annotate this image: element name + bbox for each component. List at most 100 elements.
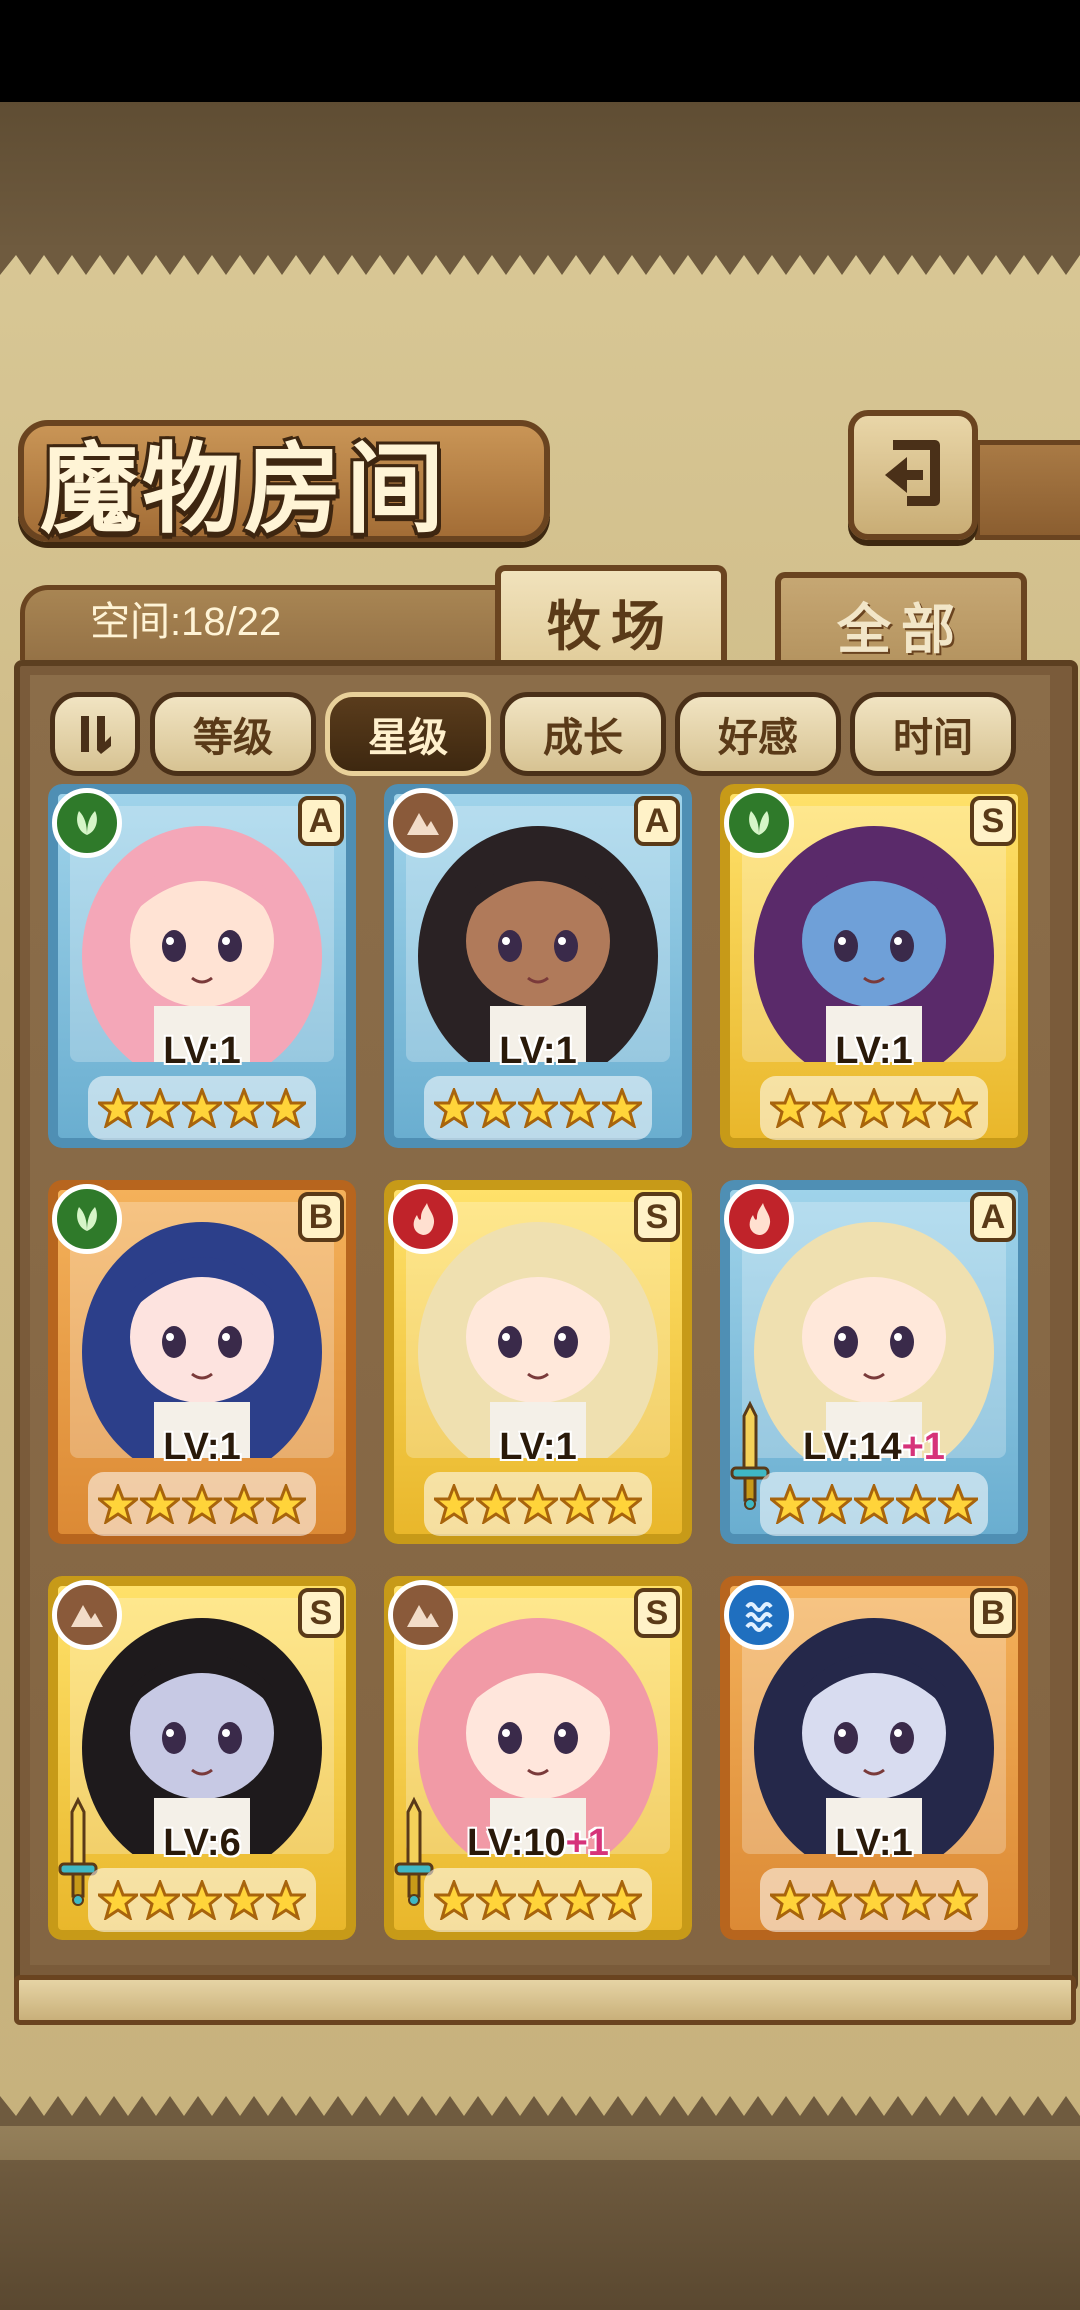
star-icon (766, 1476, 814, 1532)
star-icon (220, 1080, 268, 1136)
tab-all[interactable]: 全部 (775, 572, 1027, 670)
star-icon (766, 1872, 814, 1928)
star-icon (808, 1476, 856, 1532)
fire-element-icon (724, 1184, 794, 1254)
monster-card[interactable]: A LV:1 (48, 784, 356, 1148)
level-label: LV:1 (720, 1822, 1028, 1865)
star-rating (766, 1080, 982, 1136)
nature-element-icon (52, 1184, 122, 1254)
star-icon (262, 1872, 310, 1928)
star-icon (430, 1872, 478, 1928)
rank-badge: S (634, 1588, 680, 1638)
star-icon (220, 1476, 268, 1532)
page-title: 魔物房间 (40, 432, 449, 547)
star-icon (430, 1080, 478, 1136)
star-icon (766, 1080, 814, 1136)
star-rating (430, 1872, 646, 1928)
sort-growth-button[interactable]: 成长 (500, 692, 666, 776)
monster-card[interactable]: B LV:1 (720, 1576, 1028, 1940)
star-icon (94, 1476, 142, 1532)
tab-ranch[interactable]: 牧场 (495, 565, 727, 671)
star-icon (94, 1080, 142, 1136)
zigzag-bottom-edge (0, 2096, 1080, 2126)
zigzag-top-edge (0, 245, 1080, 275)
level-value: LV:6 (163, 1822, 241, 1864)
rank-badge: S (298, 1588, 344, 1638)
sort-time-button[interactable]: 时间 (850, 692, 1016, 776)
rank-badge: A (298, 796, 344, 846)
sort-level-button[interactable]: 等级 (150, 692, 316, 776)
star-rating (94, 1080, 310, 1136)
bottom-rail (14, 1975, 1076, 2025)
back-button[interactable] (848, 410, 978, 540)
star-icon (850, 1872, 898, 1928)
star-icon (178, 1476, 226, 1532)
level-value: LV:1 (499, 1426, 577, 1468)
monster-card[interactable]: B LV:1 (48, 1180, 356, 1544)
star-icon (514, 1872, 562, 1928)
level-label: LV:1 (48, 1426, 356, 1469)
level-label: LV:1 (48, 1030, 356, 1073)
level-label: LV:14+1 (720, 1426, 1028, 1469)
monster-card[interactable]: S LV:1 (720, 784, 1028, 1148)
level-label: LV:10+1 (384, 1822, 692, 1865)
star-icon (556, 1476, 604, 1532)
sort-star-button[interactable]: 星级 (325, 692, 491, 776)
star-icon (892, 1872, 940, 1928)
rank-badge: S (970, 796, 1016, 846)
water-element-icon (724, 1580, 794, 1650)
star-icon (598, 1476, 646, 1532)
earth-element-icon (52, 1580, 122, 1650)
star-icon (262, 1476, 310, 1532)
toggle-order-button[interactable] (50, 692, 140, 776)
level-label: LV:6 (48, 1822, 356, 1865)
star-icon (556, 1080, 604, 1136)
sort-affection-button[interactable]: 好感 (675, 692, 841, 776)
level-label: LV:1 (720, 1030, 1028, 1073)
rank-badge: B (298, 1192, 344, 1242)
star-icon (514, 1476, 562, 1532)
fire-element-icon (388, 1184, 458, 1254)
star-icon (850, 1080, 898, 1136)
level-value: LV:1 (499, 1030, 577, 1072)
star-icon (934, 1872, 982, 1928)
earth-element-icon (388, 1580, 458, 1650)
rank-badge: A (970, 1192, 1016, 1242)
star-icon (136, 1080, 184, 1136)
star-icon (892, 1476, 940, 1532)
star-icon (598, 1080, 646, 1136)
back-button-tail (975, 440, 1080, 540)
level-label: LV:1 (384, 1030, 692, 1073)
star-icon (178, 1872, 226, 1928)
back-arrow-icon (885, 440, 940, 506)
level-bonus: +1 (565, 1822, 609, 1864)
monster-card[interactable]: S LV:6 (48, 1576, 356, 1940)
star-rating (94, 1872, 310, 1928)
monster-card[interactable]: S LV:10+1 (384, 1576, 692, 1940)
star-icon (178, 1080, 226, 1136)
status-bar (0, 0, 1080, 102)
level-label: LV:1 (384, 1426, 692, 1469)
monster-card[interactable]: S LV:1 (384, 1180, 692, 1544)
level-value: LV:1 (835, 1822, 913, 1864)
monster-card[interactable]: A LV:1 (384, 784, 692, 1148)
rank-badge: A (634, 796, 680, 846)
star-icon (430, 1476, 478, 1532)
star-icon (934, 1080, 982, 1136)
monster-card[interactable]: A LV:14+1 (720, 1180, 1028, 1544)
rank-badge: B (970, 1588, 1016, 1638)
level-value: LV:10 (467, 1822, 566, 1864)
star-icon (850, 1476, 898, 1532)
star-rating (94, 1476, 310, 1532)
top-map-band (0, 102, 1080, 252)
level-bonus: +1 (901, 1426, 945, 1468)
star-icon (472, 1872, 520, 1928)
nature-element-icon (52, 788, 122, 858)
star-icon (472, 1476, 520, 1532)
star-icon (808, 1872, 856, 1928)
level-value: LV:1 (163, 1426, 241, 1468)
star-icon (598, 1872, 646, 1928)
star-rating (766, 1476, 982, 1532)
star-icon (220, 1872, 268, 1928)
star-icon (94, 1872, 142, 1928)
